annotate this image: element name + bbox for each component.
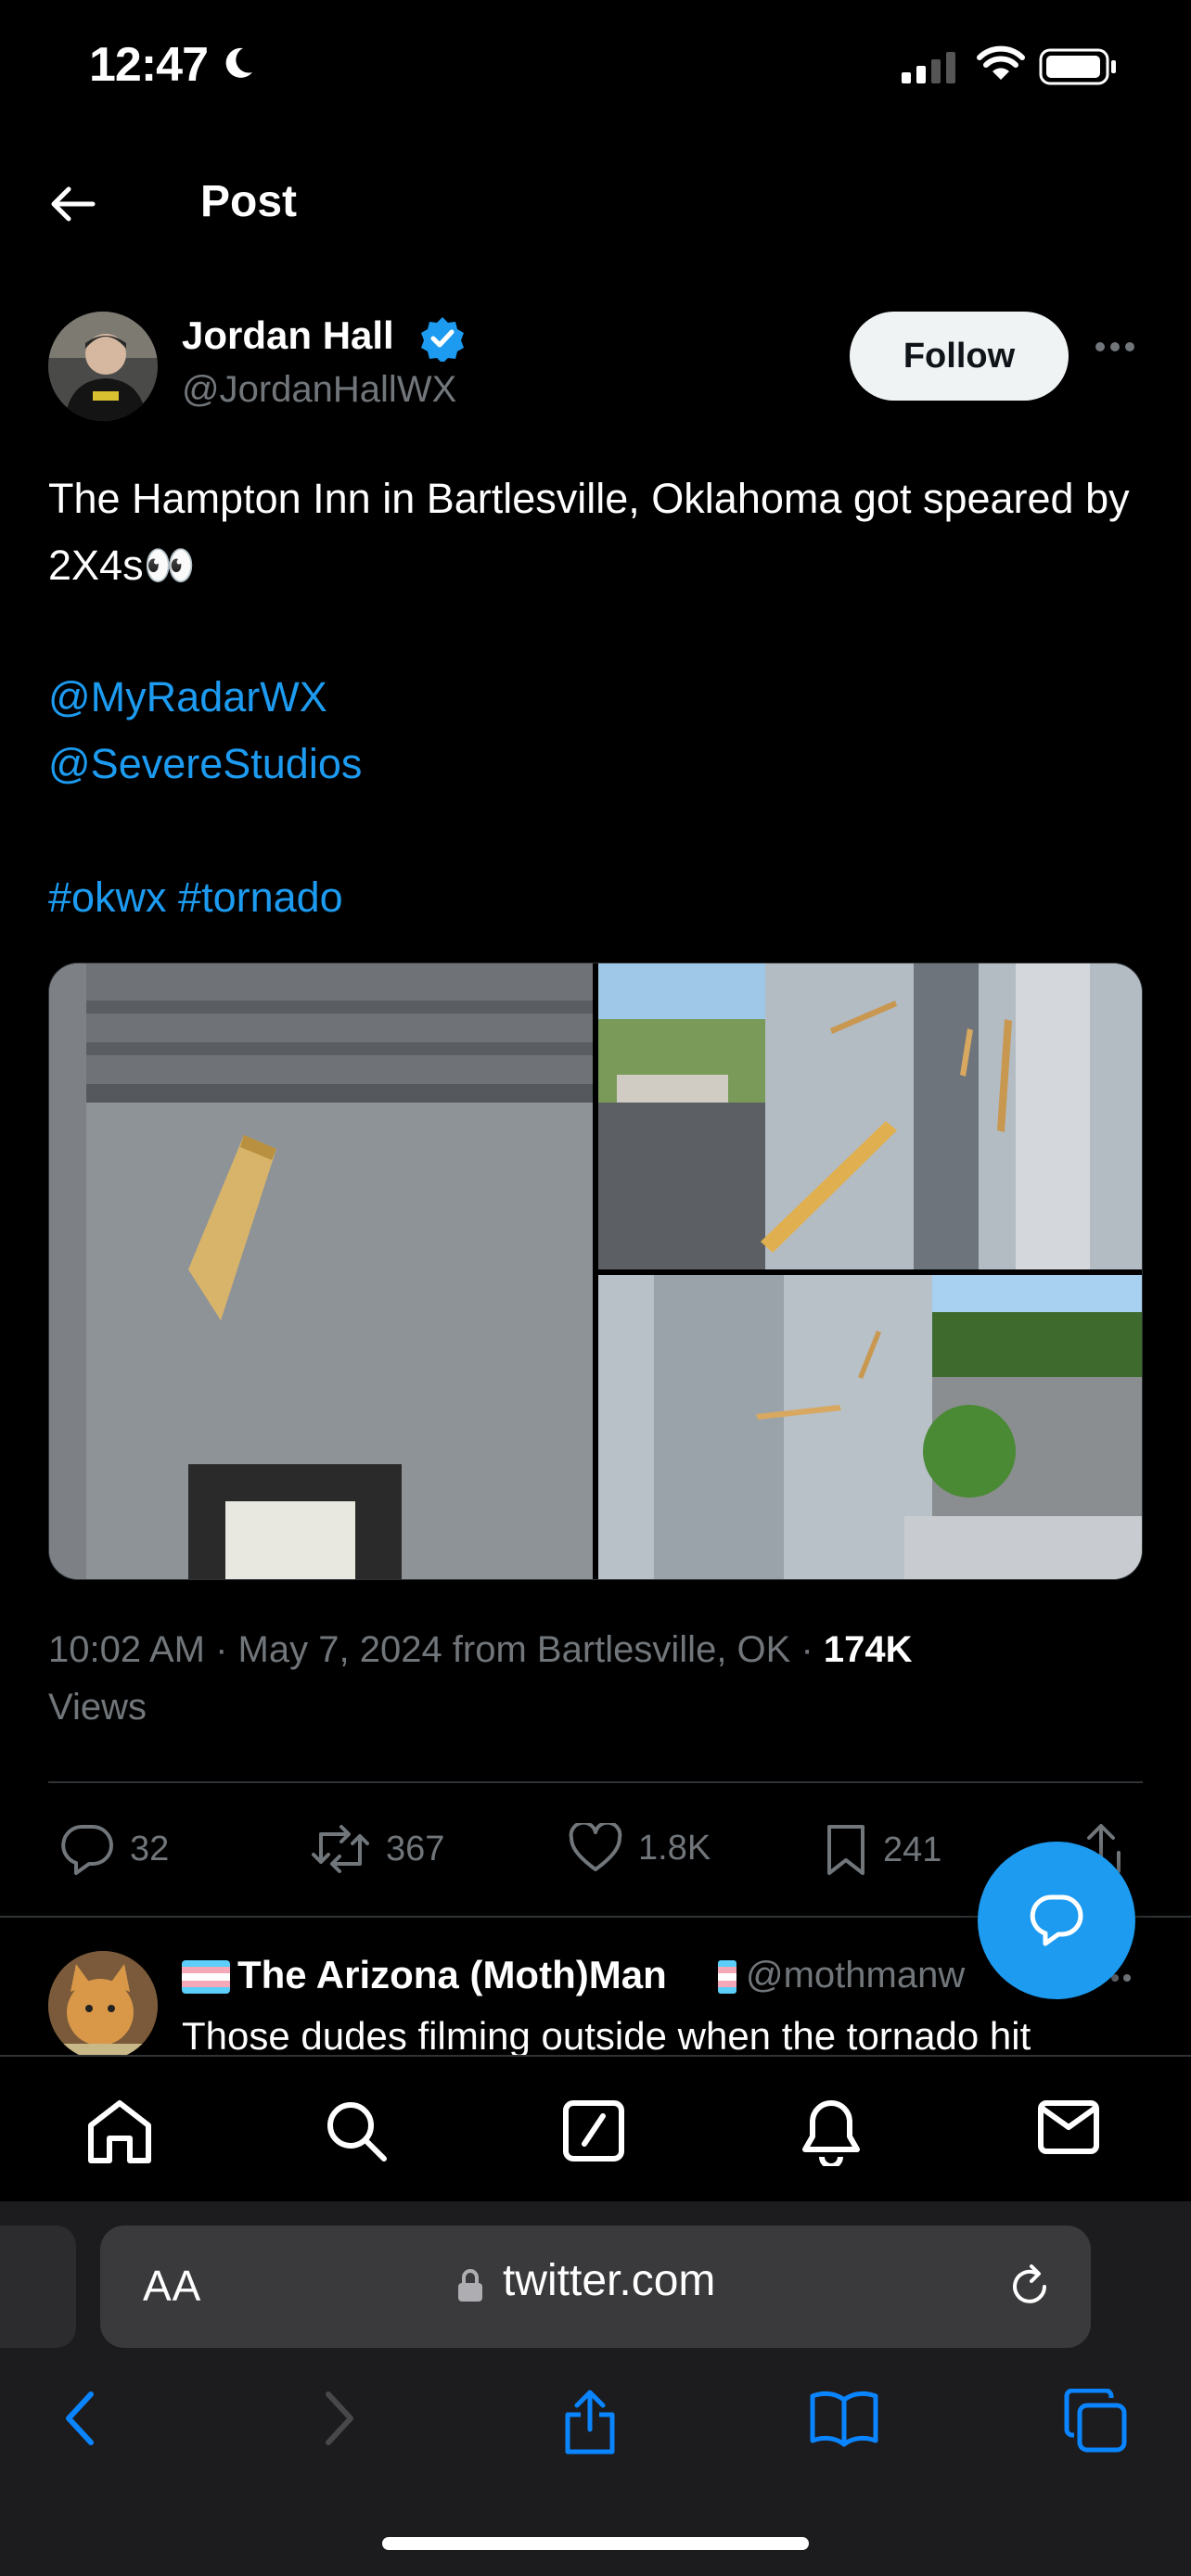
url-text[interactable]: twitter.com bbox=[503, 2255, 715, 2306]
status-time: 12:47 bbox=[89, 38, 209, 92]
mail-icon[interactable] bbox=[1035, 2098, 1102, 2157]
search-icon[interactable] bbox=[323, 2098, 390, 2164]
views-label: Views bbox=[48, 1687, 147, 1728]
reload-icon[interactable] bbox=[1005, 2263, 1054, 2311]
like-count: 1.8K bbox=[638, 1828, 711, 1868]
timestamp-location: 10:02 AM · May 7, 2024 from Bartlesville… bbox=[48, 1629, 824, 1670]
bookmark-icon bbox=[827, 1825, 864, 1875]
reply-bubble-icon bbox=[1030, 1894, 1083, 1946]
bookmarks-icon[interactable] bbox=[809, 2389, 879, 2448]
reply-compose-button[interactable] bbox=[978, 1842, 1135, 1999]
retweet-icon bbox=[312, 1825, 369, 1873]
author-name[interactable]: Jordan Hall bbox=[182, 313, 394, 358]
tweet-text: The Hampton Inn in Bartlesville, Oklahom… bbox=[48, 475, 1130, 589]
reply-author-name[interactable]: The Arizona (Moth)Man bbox=[237, 1953, 667, 1997]
author-avatar[interactable] bbox=[48, 312, 158, 421]
home-icon[interactable] bbox=[83, 2098, 156, 2164]
battery-icon bbox=[1039, 48, 1119, 85]
reply-count: 32 bbox=[130, 1829, 170, 1868]
reply-author-handle[interactable]: @mothmanw bbox=[746, 1955, 1005, 1996]
reply-icon bbox=[61, 1825, 113, 1875]
reply-text: Those dudes filming outside when the tor… bbox=[182, 2014, 1031, 2057]
tweet-photo[interactable] bbox=[598, 963, 1142, 1269]
wifi-icon bbox=[976, 45, 1026, 82]
cellular-signal-icon bbox=[902, 52, 957, 83]
hashtags[interactable]: #okwx #tornado bbox=[48, 864, 343, 931]
divider bbox=[48, 1781, 1143, 1783]
like-icon bbox=[569, 1823, 622, 1871]
trans-flag-icon bbox=[182, 1960, 230, 1994]
lock-icon bbox=[456, 2268, 484, 2303]
previous-tab-preview[interactable] bbox=[0, 2225, 76, 2348]
trans-flag-icon bbox=[718, 1960, 736, 1994]
home-indicator bbox=[382, 2537, 809, 2550]
author-handle[interactable]: @JordanHallWX bbox=[182, 369, 456, 411]
retweet-count: 367 bbox=[386, 1829, 445, 1868]
follow-button[interactable]: Follow bbox=[850, 312, 1069, 401]
mention-link[interactable]: @SevereStudios bbox=[48, 731, 362, 797]
reply-avatar[interactable] bbox=[48, 1951, 158, 2060]
retweet-button[interactable]: 367 bbox=[310, 1823, 444, 1875]
bookmark-count: 241 bbox=[883, 1830, 942, 1869]
page-title: Post bbox=[200, 177, 298, 226]
more-options-icon[interactable] bbox=[1095, 341, 1135, 352]
media-grid bbox=[48, 963, 1143, 1580]
verified-badge-icon bbox=[419, 315, 466, 362]
moon-icon bbox=[219, 45, 256, 82]
browser-share-icon[interactable] bbox=[560, 2389, 620, 2455]
bookmark-button[interactable]: 241 bbox=[824, 1823, 941, 1877]
browser-back-icon[interactable] bbox=[61, 2389, 98, 2448]
reader-settings-button[interactable]: AA bbox=[143, 2261, 201, 2311]
tweet-photo[interactable] bbox=[598, 1275, 1142, 1579]
tabs-icon[interactable] bbox=[1063, 2389, 1128, 2454]
bell-icon[interactable] bbox=[798, 2098, 864, 2166]
like-button[interactable]: 1.8K bbox=[568, 1823, 711, 1873]
back-arrow-icon[interactable] bbox=[48, 182, 96, 226]
tweet-meta: 10:02 AM · May 7, 2024 from Bartlesville… bbox=[48, 1621, 1143, 1736]
compose-icon[interactable] bbox=[560, 2098, 627, 2164]
reply-button[interactable]: 32 bbox=[59, 1823, 169, 1875]
tweet-photo[interactable] bbox=[49, 963, 593, 1579]
mention-link[interactable]: @MyRadarWX bbox=[48, 664, 327, 731]
browser-forward-icon[interactable] bbox=[321, 2389, 358, 2448]
bottom-nav bbox=[0, 2055, 1191, 2201]
views-count: 174K bbox=[823, 1629, 913, 1670]
